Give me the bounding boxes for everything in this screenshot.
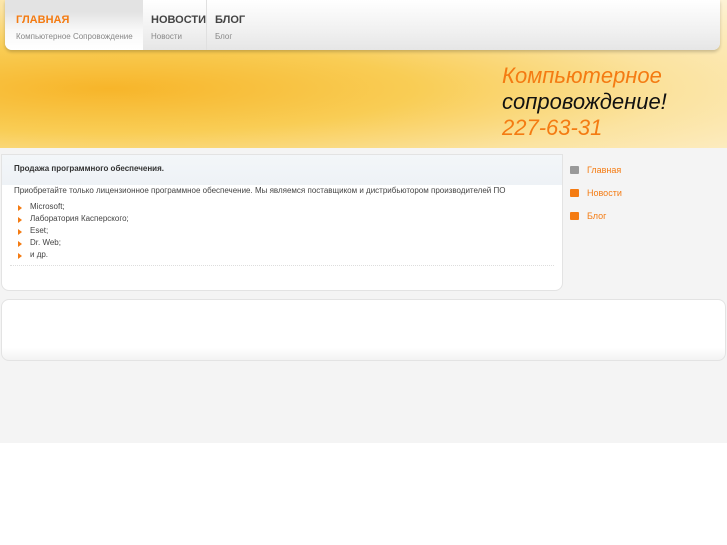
list-item: Dr. Web;	[18, 237, 562, 249]
divider	[10, 265, 554, 266]
list-item: и др.	[18, 249, 562, 261]
content-box: Продажа программного обеспечения. Приобр…	[1, 154, 563, 291]
main-area: Продажа программного обеспечения. Приобр…	[0, 148, 727, 443]
nav-subtitle: Блог	[215, 32, 233, 41]
header-banner: ГЛАВНАЯ Компьютерное Сопровождение НОВОС…	[0, 0, 727, 148]
square-bullet-icon	[570, 165, 579, 174]
square-bullet-icon	[570, 188, 579, 197]
slogan-line2: сопровождение!	[502, 89, 667, 114]
vendor-list: Microsoft; Лаборатория Касперского; Eset…	[2, 197, 562, 261]
sidebar-menu: Главная Новости Блог	[570, 158, 622, 227]
nav-item-news[interactable]: НОВОСТИ Новости	[143, 0, 206, 50]
nav-subtitle: Новости	[151, 32, 182, 41]
slogan: Компьютерное сопровождение! 227-63-31	[502, 63, 667, 141]
list-item: Eset;	[18, 225, 562, 237]
sidebar-item-label: Новости	[587, 187, 622, 198]
square-bullet-icon	[570, 211, 579, 220]
nav-title: НОВОСТИ	[151, 14, 207, 26]
footer-box	[1, 299, 726, 361]
nav-item-home[interactable]: ГЛАВНАЯ Компьютерное Сопровождение	[5, 0, 143, 50]
list-item: Microsoft;	[18, 201, 562, 213]
list-item: Лаборатория Касперского;	[18, 213, 562, 225]
sidebar-item-home[interactable]: Главная	[570, 158, 622, 181]
nav-title: БЛОГ	[215, 14, 246, 26]
content-text: Приобретайте только лицензионное програм…	[14, 186, 506, 195]
top-nav: ГЛАВНАЯ Компьютерное Сопровождение НОВОС…	[5, 0, 720, 50]
sidebar-item-news[interactable]: Новости	[570, 181, 622, 204]
slogan-line1: Компьютерное	[502, 63, 662, 88]
nav-title: ГЛАВНАЯ	[16, 14, 70, 26]
sidebar-item-blog[interactable]: Блог	[570, 204, 622, 227]
sidebar-item-label: Блог	[587, 210, 607, 221]
nav-item-blog[interactable]: БЛОГ Блог	[206, 0, 266, 50]
content-title: Продажа программного обеспечения.	[2, 155, 562, 185]
phone-number: 227-63-31	[502, 115, 603, 140]
nav-subtitle: Компьютерное Сопровождение	[16, 32, 133, 41]
sidebar-item-label: Главная	[587, 164, 622, 175]
